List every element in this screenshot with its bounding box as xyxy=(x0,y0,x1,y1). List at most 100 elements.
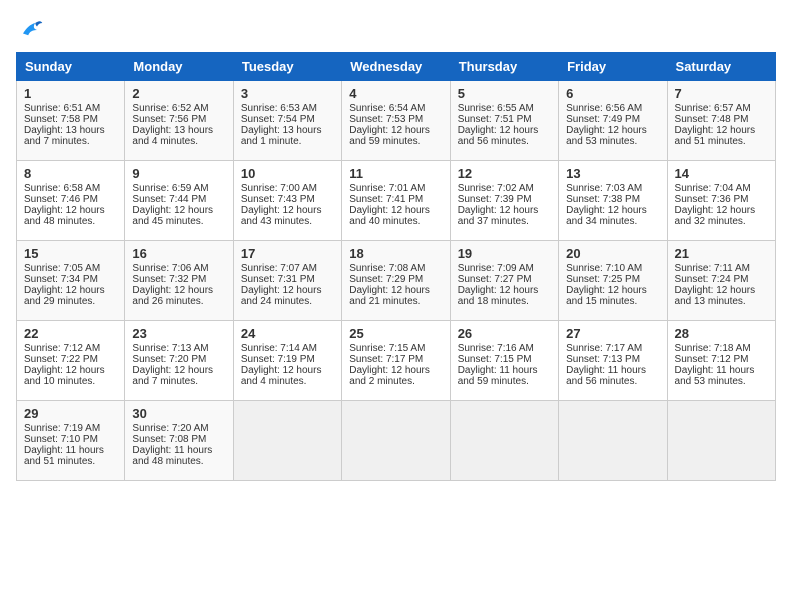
day-info-line: Sunset: 7:48 PM xyxy=(675,114,768,125)
calendar-cell: 15Sunrise: 7:05 AMSunset: 7:34 PMDayligh… xyxy=(17,241,125,321)
calendar-cell xyxy=(342,401,450,481)
day-info-line: Daylight: 12 hours xyxy=(241,285,334,296)
day-info-line: and 45 minutes. xyxy=(132,216,225,227)
day-info-line: Sunrise: 7:16 AM xyxy=(458,343,551,354)
day-info-line: Daylight: 12 hours xyxy=(566,205,659,216)
day-info-line: Sunrise: 6:59 AM xyxy=(132,183,225,194)
day-info-line: Sunset: 7:29 PM xyxy=(349,274,442,285)
day-info-line: Sunrise: 7:04 AM xyxy=(675,183,768,194)
day-info-line: Sunrise: 7:17 AM xyxy=(566,343,659,354)
day-info-line: and 18 minutes. xyxy=(458,296,551,307)
day-info-line: and 21 minutes. xyxy=(349,296,442,307)
day-number: 3 xyxy=(241,86,334,101)
day-info-line: and 34 minutes. xyxy=(566,216,659,227)
day-info-line: Sunset: 7:31 PM xyxy=(241,274,334,285)
day-info-line: Sunrise: 6:51 AM xyxy=(24,103,117,114)
calendar-cell: 2Sunrise: 6:52 AMSunset: 7:56 PMDaylight… xyxy=(125,81,233,161)
day-info-line: Sunrise: 7:07 AM xyxy=(241,263,334,274)
col-header-thursday: Thursday xyxy=(450,53,558,81)
day-info-line: Daylight: 12 hours xyxy=(349,125,442,136)
calendar-week-4: 22Sunrise: 7:12 AMSunset: 7:22 PMDayligh… xyxy=(17,321,776,401)
col-header-saturday: Saturday xyxy=(667,53,775,81)
day-info-line: Daylight: 11 hours xyxy=(675,365,768,376)
day-info-line: Daylight: 12 hours xyxy=(24,205,117,216)
day-info-line: Sunset: 7:17 PM xyxy=(349,354,442,365)
day-number: 19 xyxy=(458,246,551,261)
calendar-cell: 29Sunrise: 7:19 AMSunset: 7:10 PMDayligh… xyxy=(17,401,125,481)
calendar-cell: 16Sunrise: 7:06 AMSunset: 7:32 PMDayligh… xyxy=(125,241,233,321)
day-info-line: Daylight: 12 hours xyxy=(675,125,768,136)
col-header-monday: Monday xyxy=(125,53,233,81)
day-info-line: Daylight: 12 hours xyxy=(458,285,551,296)
day-info-line: and 7 minutes. xyxy=(24,136,117,147)
calendar-cell: 5Sunrise: 6:55 AMSunset: 7:51 PMDaylight… xyxy=(450,81,558,161)
calendar-cell: 21Sunrise: 7:11 AMSunset: 7:24 PMDayligh… xyxy=(667,241,775,321)
day-info-line: Sunrise: 6:56 AM xyxy=(566,103,659,114)
day-info-line: and 37 minutes. xyxy=(458,216,551,227)
day-number: 20 xyxy=(566,246,659,261)
calendar-cell: 11Sunrise: 7:01 AMSunset: 7:41 PMDayligh… xyxy=(342,161,450,241)
day-info-line: and 15 minutes. xyxy=(566,296,659,307)
day-info-line: Daylight: 13 hours xyxy=(24,125,117,136)
day-info-line: and 59 minutes. xyxy=(349,136,442,147)
calendar-cell: 27Sunrise: 7:17 AMSunset: 7:13 PMDayligh… xyxy=(559,321,667,401)
day-info-line: Daylight: 12 hours xyxy=(24,365,117,376)
calendar-cell xyxy=(559,401,667,481)
calendar-cell: 1Sunrise: 6:51 AMSunset: 7:58 PMDaylight… xyxy=(17,81,125,161)
day-number: 6 xyxy=(566,86,659,101)
day-info-line: and 13 minutes. xyxy=(675,296,768,307)
day-info-line: Daylight: 11 hours xyxy=(24,445,117,456)
day-info-line: Sunrise: 7:03 AM xyxy=(566,183,659,194)
day-info-line: Sunset: 7:49 PM xyxy=(566,114,659,125)
day-info-line: Sunset: 7:13 PM xyxy=(566,354,659,365)
day-info-line: Daylight: 12 hours xyxy=(458,125,551,136)
day-info-line: Sunrise: 7:18 AM xyxy=(675,343,768,354)
day-info-line: Sunset: 7:08 PM xyxy=(132,434,225,445)
day-info-line: Sunset: 7:24 PM xyxy=(675,274,768,285)
day-info-line: and 40 minutes. xyxy=(349,216,442,227)
day-info-line: Sunrise: 7:10 AM xyxy=(566,263,659,274)
day-info-line: Sunrise: 7:20 AM xyxy=(132,423,225,434)
calendar-cell: 4Sunrise: 6:54 AMSunset: 7:53 PMDaylight… xyxy=(342,81,450,161)
calendar-cell: 7Sunrise: 6:57 AMSunset: 7:48 PMDaylight… xyxy=(667,81,775,161)
day-info-line: Sunrise: 7:01 AM xyxy=(349,183,442,194)
day-number: 12 xyxy=(458,166,551,181)
logo xyxy=(16,16,48,44)
day-info-line: Sunrise: 7:06 AM xyxy=(132,263,225,274)
day-info-line: Sunset: 7:51 PM xyxy=(458,114,551,125)
day-info-line: Sunrise: 6:52 AM xyxy=(132,103,225,114)
day-info-line: Sunset: 7:43 PM xyxy=(241,194,334,205)
day-info-line: Sunrise: 6:58 AM xyxy=(24,183,117,194)
day-info-line: Sunset: 7:19 PM xyxy=(241,354,334,365)
day-info-line: and 24 minutes. xyxy=(241,296,334,307)
day-info-line: Sunset: 7:27 PM xyxy=(458,274,551,285)
day-info-line: Sunset: 7:58 PM xyxy=(24,114,117,125)
day-info-line: Sunrise: 6:53 AM xyxy=(241,103,334,114)
day-info-line: Daylight: 12 hours xyxy=(349,285,442,296)
calendar-cell xyxy=(233,401,341,481)
day-info-line: Daylight: 12 hours xyxy=(349,365,442,376)
day-number: 21 xyxy=(675,246,768,261)
day-info-line: Sunset: 7:54 PM xyxy=(241,114,334,125)
day-number: 27 xyxy=(566,326,659,341)
col-header-wednesday: Wednesday xyxy=(342,53,450,81)
day-info-line: and 7 minutes. xyxy=(132,376,225,387)
day-info-line: Sunrise: 7:05 AM xyxy=(24,263,117,274)
day-info-line: Sunset: 7:41 PM xyxy=(349,194,442,205)
calendar-cell: 25Sunrise: 7:15 AMSunset: 7:17 PMDayligh… xyxy=(342,321,450,401)
day-info-line: Sunrise: 7:12 AM xyxy=(24,343,117,354)
day-info-line: Daylight: 13 hours xyxy=(241,125,334,136)
day-info-line: Daylight: 12 hours xyxy=(241,365,334,376)
day-info-line: Sunset: 7:38 PM xyxy=(566,194,659,205)
day-number: 16 xyxy=(132,246,225,261)
calendar-cell: 14Sunrise: 7:04 AMSunset: 7:36 PMDayligh… xyxy=(667,161,775,241)
calendar-week-2: 8Sunrise: 6:58 AMSunset: 7:46 PMDaylight… xyxy=(17,161,776,241)
calendar-cell: 17Sunrise: 7:07 AMSunset: 7:31 PMDayligh… xyxy=(233,241,341,321)
day-info-line: Sunrise: 7:19 AM xyxy=(24,423,117,434)
day-info-line: and 29 minutes. xyxy=(24,296,117,307)
day-info-line: Sunset: 7:36 PM xyxy=(675,194,768,205)
day-info-line: Daylight: 12 hours xyxy=(458,205,551,216)
day-info-line: and 51 minutes. xyxy=(24,456,117,467)
calendar-header: SundayMondayTuesdayWednesdayThursdayFrid… xyxy=(17,53,776,81)
day-info-line: Daylight: 12 hours xyxy=(675,285,768,296)
